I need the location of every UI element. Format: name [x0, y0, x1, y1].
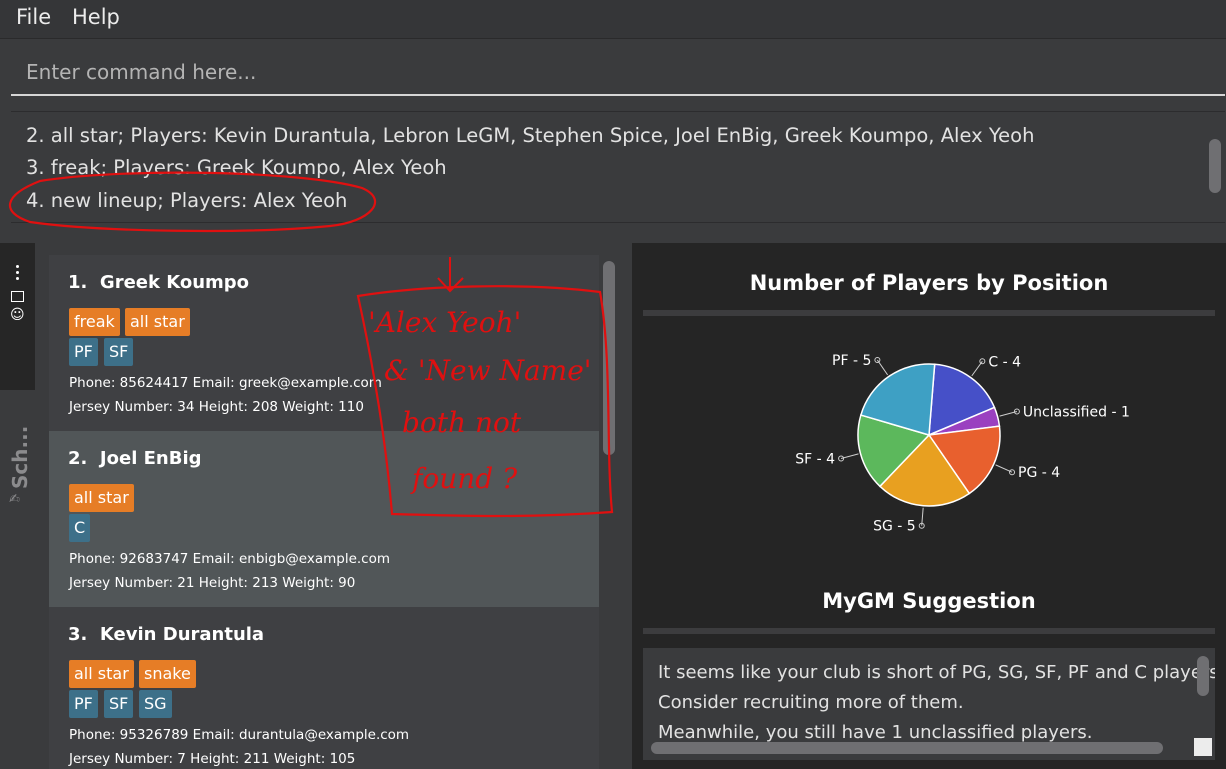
suggestion-vscrollbar[interactable] [1197, 656, 1209, 696]
player-contact: Phone: 85624417 Email: greek@example.com [69, 375, 382, 391]
player-card[interactable]: 2. Joel EnBig all star C Phone: 92683747… [49, 431, 599, 607]
player-list-scrollbar[interactable] [603, 261, 615, 455]
command-box [11, 50, 1226, 96]
result-display[interactable]: 2. all star; Players: Kevin Durantula, L… [11, 111, 1225, 223]
suggestion-box[interactable]: It seems like your club is short of PG, … [643, 648, 1215, 760]
menu-file[interactable]: File [16, 5, 51, 29]
position-tag: PF [69, 690, 98, 718]
result-scrollbar[interactable] [1209, 139, 1221, 193]
suggestion-line: Consider recruiting more of them. [658, 692, 964, 713]
result-line: 4. new lineup; Players: Alex Yeoh [26, 189, 348, 212]
schedule-icon: ✍ [9, 492, 20, 507]
menu-bar: File Help [0, 0, 1226, 39]
player-contact: Phone: 95326789 Email: durantula@example… [69, 727, 410, 743]
suggestion-hscrollbar[interactable] [651, 742, 1163, 754]
group-tag: freak [69, 308, 120, 336]
suggestion-line: It seems like your club is short of PG, … [658, 662, 1215, 683]
divider [643, 628, 1215, 634]
command-input[interactable] [11, 50, 1226, 94]
position-tag: SF [104, 338, 134, 366]
chart-title: Number of Players by Position [749, 271, 1109, 295]
position-tag: C [69, 514, 91, 542]
stats-panel: Number of Players by Position C - 4 Uncla… [632, 243, 1226, 769]
smiley-icon: ☺ [10, 307, 25, 323]
more-icon[interactable] [16, 265, 20, 283]
tab-players[interactable]: ☺ [0, 243, 35, 390]
player-stats: Jersey Number: 21 Height: 213 Weight: 90 [69, 575, 356, 591]
window-icon [11, 291, 24, 302]
suggestion-line: Meanwhile, you still have 1 unclassified… [658, 722, 1093, 743]
pie-label: C - 4 [988, 354, 1021, 370]
player-card[interactable]: 1. Greek Koumpo freak all star PF SF Pho… [49, 255, 599, 431]
suggestion-title: MyGM Suggestion [822, 589, 1036, 613]
schedule-tab-label: Sch... [8, 425, 32, 489]
result-line: 2. all star; Players: Kevin Durantula, L… [26, 124, 1035, 147]
player-name: 3. Kevin Durantula [68, 624, 265, 645]
player-name: 2. Joel EnBig [68, 448, 202, 469]
group-tag: snake [139, 660, 196, 688]
player-contact: Phone: 92683747 Email: enbigb@example.co… [69, 551, 391, 567]
pie-label-dot [979, 358, 986, 365]
scroll-corner [1194, 738, 1212, 756]
player-card[interactable]: 3. Kevin Durantula all star snake PF SF … [49, 607, 599, 769]
player-name: 1. Greek Koumpo [68, 272, 250, 293]
result-line: 3. freak; Players: Greek Koumpo, Alex Ye… [26, 156, 447, 179]
pie-label: Unclassified - 1 [1023, 404, 1130, 420]
group-tag: all star [69, 660, 134, 688]
group-tag: all star [69, 484, 134, 512]
player-stats: Jersey Number: 7 Height: 211 Weight: 105 [69, 751, 356, 767]
player-list[interactable]: 1. Greek Koumpo freak all star PF SF Pho… [49, 255, 599, 769]
position-tag: SG [139, 690, 172, 718]
pie-label: SG - 5 [873, 519, 916, 535]
player-stats: Jersey Number: 34 Height: 208 Weight: 11… [69, 399, 364, 415]
player-list-panel: 1. Greek Koumpo freak all star PF SF Pho… [35, 243, 631, 769]
divider [643, 310, 1215, 316]
menu-help[interactable]: Help [72, 5, 120, 29]
pie-label: PF - 5 [832, 353, 871, 369]
position-tag: PF [69, 338, 98, 366]
side-tab-bar: ☺ Sch... ✍ [0, 243, 35, 769]
position-tag: SF [104, 690, 134, 718]
pie-label: PG - 4 [1018, 465, 1060, 481]
pie-label: SF - 4 [795, 452, 835, 468]
group-tag: all star [125, 308, 190, 336]
pie-label-dot [1009, 469, 1016, 476]
